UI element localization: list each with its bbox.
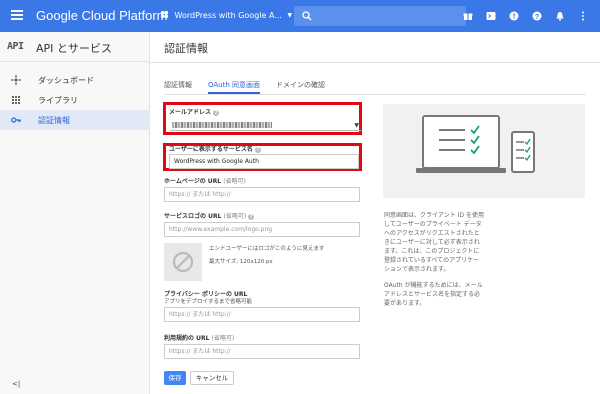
dashboard-icon [11, 75, 21, 85]
help-icon[interactable]: ? [254, 147, 261, 153]
help-icon[interactable]: ? [525, 9, 548, 23]
description-line: 登録されているすべてのアプリケー [384, 257, 480, 264]
sidebar-item-label: ライブラリ [38, 96, 78, 105]
product-name-label: ユーザーに表示するサービス名? [169, 146, 261, 153]
terminal-icon[interactable] [479, 9, 502, 23]
divider [164, 94, 586, 95]
page-title: 認証情報 [164, 42, 208, 55]
oauth-requirement-note: OAuth が機能するためには、メール アドレスとサービス名を指定する必 要があ… [384, 281, 509, 308]
collapse-sidebar-button[interactable]: <| [12, 380, 20, 388]
description-line: きにユーザーに対して必ず表示され [384, 239, 480, 246]
bell-icon[interactable] [548, 9, 571, 23]
chevron-down-icon: ▼ [287, 12, 293, 19]
project-selector[interactable]: WordPress with Google A... ▼ [160, 10, 292, 20]
sidebar-header: API API とサービス [0, 32, 150, 62]
email-highlight: メールアドレス? ▼ [163, 102, 362, 135]
sidebar-item-library[interactable]: ライブラリ [0, 90, 150, 110]
save-button[interactable]: 保存 [164, 371, 186, 385]
logo-size-note: 最大サイズ: 120x120 px [209, 259, 273, 265]
homepage-label: ホームページの URL (省略可) [164, 178, 246, 185]
description-line: OAuth が機能するためには、メール [384, 282, 483, 289]
help-icon[interactable]: ? [248, 214, 255, 220]
help-icon[interactable]: ? [213, 110, 220, 116]
main-content: 認証情報 認証情報 OAuth 同意画面 ドメインの確認 メールアドレス? ▼ … [150, 32, 600, 394]
cancel-button[interactable]: キャンセル [190, 371, 234, 385]
product-name-highlight: ユーザーに表示するサービス名? WordPress with Google Au… [163, 143, 362, 171]
sidebar: API API とサービス ダッシュボード ライブラリ 認証情報 <| [0, 32, 150, 394]
devices-illustration [416, 115, 535, 173]
app-brand[interactable]: Google Cloud Platform [36, 8, 168, 23]
sidebar-item-label: ダッシュボード [38, 76, 94, 85]
terms-url-input[interactable]: https:// または http:// [164, 344, 360, 359]
consent-illustration [383, 104, 585, 198]
sidebar-item-dashboard[interactable]: ダッシュボード [0, 70, 150, 90]
consent-description: 同意画面は、クライアント ID を使用 してユーザーのプライベート データ への… [384, 211, 509, 274]
description-line: ます。これは、このプロジェクトに [384, 248, 480, 255]
description-line: 要があります。 [384, 300, 426, 307]
tab-credentials[interactable]: 認証情報 [164, 80, 192, 94]
privacy-policy-input[interactable]: https:// または http:// [164, 307, 360, 322]
menu-icon[interactable] [11, 10, 23, 20]
logo-note: エンドユーザーにはロゴがこのように見えます [209, 246, 325, 252]
email-value-redacted [172, 122, 272, 128]
more-icon[interactable] [571, 9, 594, 23]
product-name-input[interactable]: WordPress with Google Auth [169, 154, 359, 169]
sidebar-item-credentials[interactable]: 認証情報 [0, 110, 150, 130]
homepage-url-input[interactable]: https:// または http:// [164, 187, 360, 202]
search-input[interactable] [294, 6, 466, 26]
project-name: WordPress with Google A... [174, 11, 282, 20]
svg-text:?: ? [534, 14, 538, 21]
sidebar-title: API とサービス [36, 42, 112, 55]
tab-domain-verification[interactable]: ドメインの確認 [276, 80, 325, 94]
project-icon [160, 10, 169, 19]
description-line: ションで表示されます。 [384, 266, 450, 273]
search-icon [302, 11, 312, 21]
library-icon [12, 96, 20, 104]
top-app-bar: Google Cloud Platform WordPress with Goo… [0, 0, 600, 32]
gift-icon[interactable] [456, 9, 479, 23]
description-line: してユーザーのプライベート データ [384, 221, 482, 228]
tab-oauth-consent[interactable]: OAuth 同意画面 [208, 80, 261, 94]
chevron-down-icon: ▼ [354, 122, 359, 129]
sidebar-nav: ダッシュボード ライブラリ 認証情報 [0, 70, 150, 130]
email-select[interactable]: ▼ [170, 119, 361, 131]
no-image-icon [172, 251, 194, 273]
description-line: 同意画面は、クライアント ID を使用 [384, 212, 484, 219]
alert-icon[interactable] [502, 9, 525, 23]
email-label: メールアドレス? [169, 109, 220, 116]
sidebar-item-label: 認証情報 [38, 116, 70, 125]
description-line: アドレスとサービス名を指定する必 [384, 291, 481, 298]
key-icon [11, 117, 21, 123]
terms-label: 利用規約の URL (省略可) [164, 335, 235, 342]
description-line: へのアクセスがリクエストされたと [384, 230, 480, 237]
api-logo: API [7, 41, 24, 52]
logo-url-input[interactable]: http://www.example.com/logo.png [164, 222, 360, 237]
privacy-policy-sublabel: アプリをデプロイするまで省略可能 [164, 299, 253, 305]
logo-placeholder [164, 243, 202, 281]
toolbar-icons: ? [456, 9, 594, 23]
divider [150, 62, 600, 63]
logo-url-label: サービスロゴの URL (省略可)? [164, 213, 255, 220]
